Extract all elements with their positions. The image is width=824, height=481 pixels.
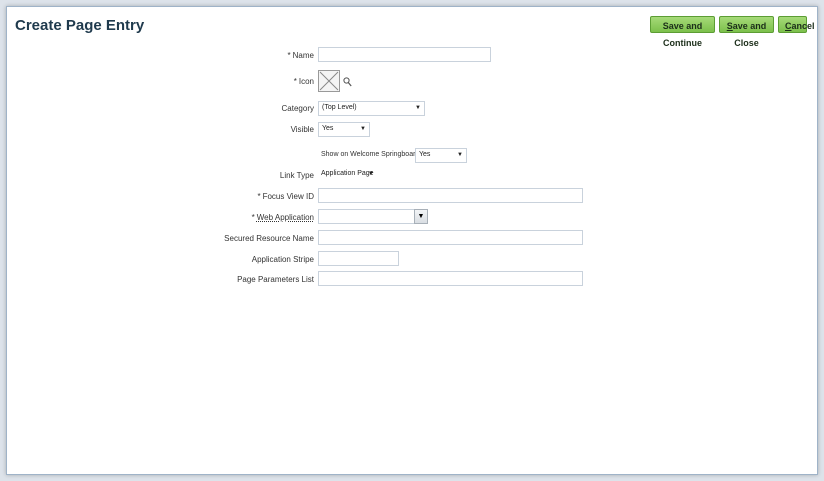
save-and-continue-button[interactable]: Save and Continue (650, 16, 715, 48)
springboard-value: Yes (419, 151, 431, 158)
save-close-label: ave and Close (732, 21, 767, 48)
chevron-down-icon: ▼ (368, 171, 374, 177)
category-label: Category (281, 104, 314, 113)
link-type-label: Link Type (279, 171, 314, 180)
name-input[interactable] (318, 47, 491, 62)
icon-label: * Icon (114, 77, 314, 86)
required-marker: * (251, 213, 255, 222)
search-icon[interactable] (343, 77, 352, 87)
page-params-label: Page Parameters List (237, 275, 314, 284)
secured-resource-label: Secured Resource Name (224, 234, 314, 243)
required-marker: * (293, 77, 297, 86)
link-type-value: Application Page (321, 170, 374, 177)
image-placeholder-icon[interactable] (318, 70, 340, 92)
focus-view-label: * Focus View ID (114, 192, 314, 201)
page-frame: Create Page Entry Save and Continue Save… (6, 6, 818, 475)
page-params-input[interactable] (318, 271, 583, 286)
focus-view-input[interactable] (318, 188, 583, 203)
web-app-input[interactable] (318, 209, 415, 224)
secured-resource-input[interactable] (318, 230, 583, 245)
springboard-select[interactable]: Yes ▼ (415, 148, 467, 163)
app-stripe-label: Application Stripe (251, 255, 314, 264)
visible-label: Visible (290, 125, 314, 134)
name-label: * Name (114, 51, 314, 60)
icon-label-text: Icon (298, 77, 314, 86)
cancel-label: ancel (791, 21, 815, 31)
chevron-down-icon: ▼ (360, 126, 366, 132)
web-app-label-text: Web Application (256, 213, 314, 222)
placeholder-cross-icon (319, 71, 339, 91)
app-stripe-input[interactable] (318, 251, 399, 266)
link-type-select[interactable]: Application Page ▼ (318, 168, 377, 183)
category-value: (Top Level) (322, 104, 357, 111)
web-app-dropdown-button[interactable]: ▼ (414, 209, 428, 224)
web-app-label: * Web Application (114, 213, 314, 222)
chevron-down-icon: ▼ (457, 152, 463, 158)
save-and-close-button[interactable]: Save and Close (719, 16, 774, 48)
springboard-label: Show on Welcome Springboard (321, 151, 420, 158)
chevron-down-icon: ▼ (415, 105, 421, 111)
chevron-down-icon: ▼ (417, 213, 425, 220)
required-marker: * (287, 51, 291, 60)
page-title: Create Page Entry (15, 17, 145, 34)
required-marker: * (257, 192, 261, 201)
visible-select[interactable]: Yes ▼ (318, 122, 370, 137)
cancel-button[interactable]: Cancel (778, 16, 815, 33)
name-label-text: Name (292, 51, 314, 60)
category-select[interactable]: (Top Level) ▼ (318, 101, 425, 116)
visible-value: Yes (322, 125, 334, 132)
focus-view-label-text: Focus View ID (262, 192, 314, 201)
